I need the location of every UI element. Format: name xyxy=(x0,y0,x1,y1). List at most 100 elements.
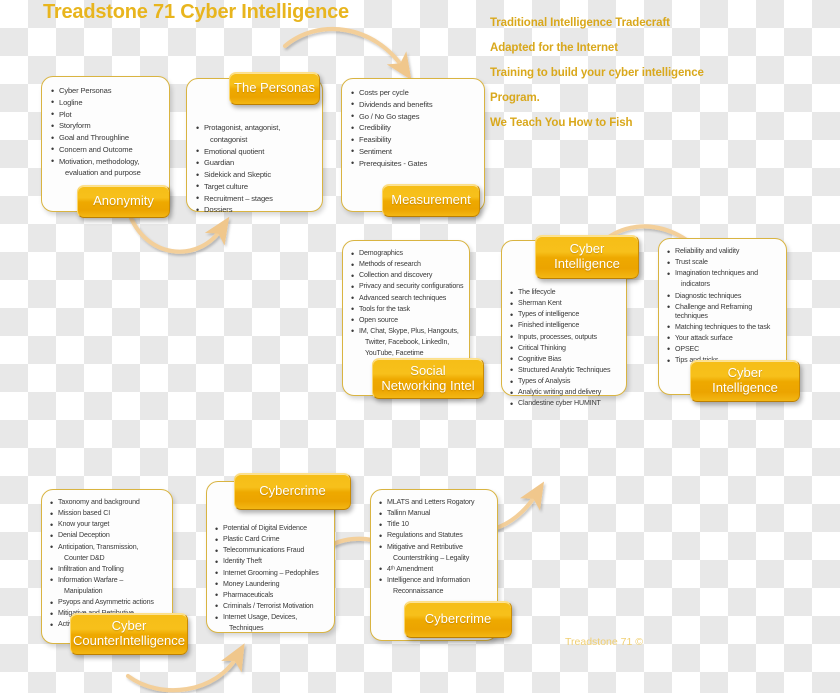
note-line-4: Program. xyxy=(490,92,540,104)
list-item: Know your target xyxy=(50,520,172,531)
list-item: Emotional quotient xyxy=(196,146,322,157)
node-button-label-line1: Cyber xyxy=(569,241,605,257)
list-item: Concern and Outcome xyxy=(51,144,169,155)
list-item: Goal and Throughline xyxy=(51,133,169,144)
list-item: Trust scale xyxy=(667,258,786,269)
list-item: Tallinn Manual xyxy=(379,509,497,520)
list-item: Counter D&D xyxy=(64,553,105,562)
list-item: Identity Theft xyxy=(215,557,334,568)
list-item: Mission based CI xyxy=(50,509,172,520)
list-item: Psyops and Asymmetric actions xyxy=(50,598,172,609)
list-item: Intelligence and Information xyxy=(379,575,497,586)
list-item: Sentiment xyxy=(351,146,484,157)
list-item: Reliability and validity xyxy=(667,247,786,258)
node-button-cybercrime-left[interactable]: Cybercrime xyxy=(234,473,351,510)
list-item: Mitigative and Retributive xyxy=(379,542,497,553)
node-button-label-line1: Cyber xyxy=(111,618,147,634)
list-item: Internet Grooming – Pedophiles xyxy=(215,568,334,579)
list-item: Your attack surface xyxy=(667,333,786,344)
list-item: Manipulation xyxy=(64,587,103,595)
list-item: Go / No Go stages xyxy=(351,111,484,122)
list-item: Reconnaissance xyxy=(393,587,444,595)
list-item: Criminals / Terrorist Motivation xyxy=(215,601,334,612)
list-item: Plot xyxy=(51,109,169,120)
list-item: 4ᵗʰ Amendment xyxy=(379,564,497,575)
list-item: Storyform xyxy=(51,121,169,132)
list-item: Twitter, Facebook, LinkedIn, xyxy=(365,338,450,346)
note-line-1: Traditional Intelligence Tradecraft xyxy=(490,17,670,29)
list-item: evaluation and purpose xyxy=(65,168,141,178)
list-item: Structured Analytic Techniques xyxy=(510,365,626,376)
node-button-cybercrime-right[interactable]: Cybercrime xyxy=(404,601,512,638)
list-item: The lifecycle xyxy=(510,288,626,299)
list-item: Dividends and benefits xyxy=(351,99,484,110)
note-line-3: Training to build your cyber intelligenc… xyxy=(490,67,704,79)
list-item: Denial Deception xyxy=(50,531,172,542)
list-item: Information Warfare – xyxy=(50,575,172,586)
list-item: Challenge and Reframing techniques xyxy=(667,302,786,321)
list-item: Techniques xyxy=(229,624,264,633)
list-item: Methods of research xyxy=(351,260,469,271)
list-item: Target culture xyxy=(196,181,322,192)
list-item: Types of Analysis xyxy=(510,377,626,388)
list-item: Money Laundering xyxy=(215,579,334,590)
list-item: Analytic writing and delivery xyxy=(510,388,626,399)
list-item: Prerequisites - Gates xyxy=(351,158,484,169)
list-item: Privacy and security configurations xyxy=(351,282,469,293)
node-button-measurement[interactable]: Measurement xyxy=(382,184,480,217)
list-item: Credibility xyxy=(351,123,484,134)
list-item: Taxonomy and background xyxy=(50,498,172,509)
node-button-label-line2: CounterIntelligence xyxy=(72,633,186,648)
node-button-label-line1: Social xyxy=(410,362,446,378)
list-item: Open source xyxy=(351,315,469,326)
list-item: Feasibility xyxy=(351,135,484,146)
diagram-canvas: Treadstone 71 Cyber Intelligence Traditi… xyxy=(0,0,840,693)
list-item: Sidekick and Skeptic xyxy=(196,170,322,181)
list-item: Clandestine cyber HUMINT xyxy=(510,399,626,410)
list-item: Title 10 xyxy=(379,520,497,531)
list-item: OPSEC xyxy=(667,344,786,355)
list-item: Plastic Card Crime xyxy=(215,535,334,546)
list-item: Internet Usage, Devices, xyxy=(215,613,334,624)
node-button-label-line2: Networking Intel xyxy=(381,377,475,393)
list-item: Logline xyxy=(51,97,169,108)
list-item: indicators xyxy=(681,280,710,289)
list-item: Guardian xyxy=(196,158,322,169)
list-item: Regulations and Statutes xyxy=(379,531,497,542)
list-item: Motivation, methodology, xyxy=(51,156,169,167)
list-item: Recruitment – stages xyxy=(196,193,322,204)
list-item: Finished intelligence xyxy=(510,321,626,332)
list-item: Cognitive Bias xyxy=(510,354,626,365)
node-button-the-personas[interactable]: The Personas xyxy=(229,72,320,105)
list-item: Pharmaceuticals xyxy=(215,590,334,601)
list-item: Collection and discovery xyxy=(351,271,469,282)
list-item: Sherman Kent xyxy=(510,299,626,310)
node-button-cyber-counterintelligence[interactable]: Cyber CounterIntelligence xyxy=(70,613,188,655)
node-button-cyber-intelligence-center[interactable]: Cyber Intelligence xyxy=(535,235,639,279)
list-item: YouTube, Facetime xyxy=(365,349,424,358)
copyright-text: Treadstone 71 © xyxy=(565,636,643,648)
node-button-label-line1: Cyber xyxy=(727,365,763,381)
list-item: Tools for the task xyxy=(351,304,469,315)
list-item: Costs per cycle xyxy=(351,88,484,99)
list-item: MLATS and Letters Rogatory xyxy=(379,498,497,509)
list-item: Counterstriking – Legality xyxy=(393,553,470,562)
node-button-social-networking-intel[interactable]: Social Networking Intel xyxy=(372,358,484,399)
node-button-cyber-intelligence-right[interactable]: Cyber Intelligence xyxy=(690,360,800,402)
list-item: Types of intelligence xyxy=(510,310,626,321)
list-item: Inputs, processes, outputs xyxy=(510,332,626,343)
list-item: Telecommunications Fraud xyxy=(215,546,334,557)
node-button-label-line2: Intelligence xyxy=(554,256,620,271)
arrow-anonymity-to-personas xyxy=(128,215,230,254)
note-line-5: We Teach You How to Fish xyxy=(490,117,633,129)
list-item: Imagination techniques and xyxy=(667,269,786,280)
node-button-label-line2: Intelligence xyxy=(712,380,778,395)
list-item: Potential of Digital Evidence xyxy=(215,524,334,535)
list-item: Anticipation, Transmission, xyxy=(50,542,172,553)
list-item: Critical Thinking xyxy=(510,343,626,354)
node-button-anonymity[interactable]: Anonymity xyxy=(77,185,170,218)
list-item: contagonist xyxy=(210,134,248,144)
list-item: Dossiers xyxy=(196,205,322,216)
list-item: Protagonist, antagonist, xyxy=(196,123,322,134)
list-item: Infiltration and Trolling xyxy=(50,564,172,575)
